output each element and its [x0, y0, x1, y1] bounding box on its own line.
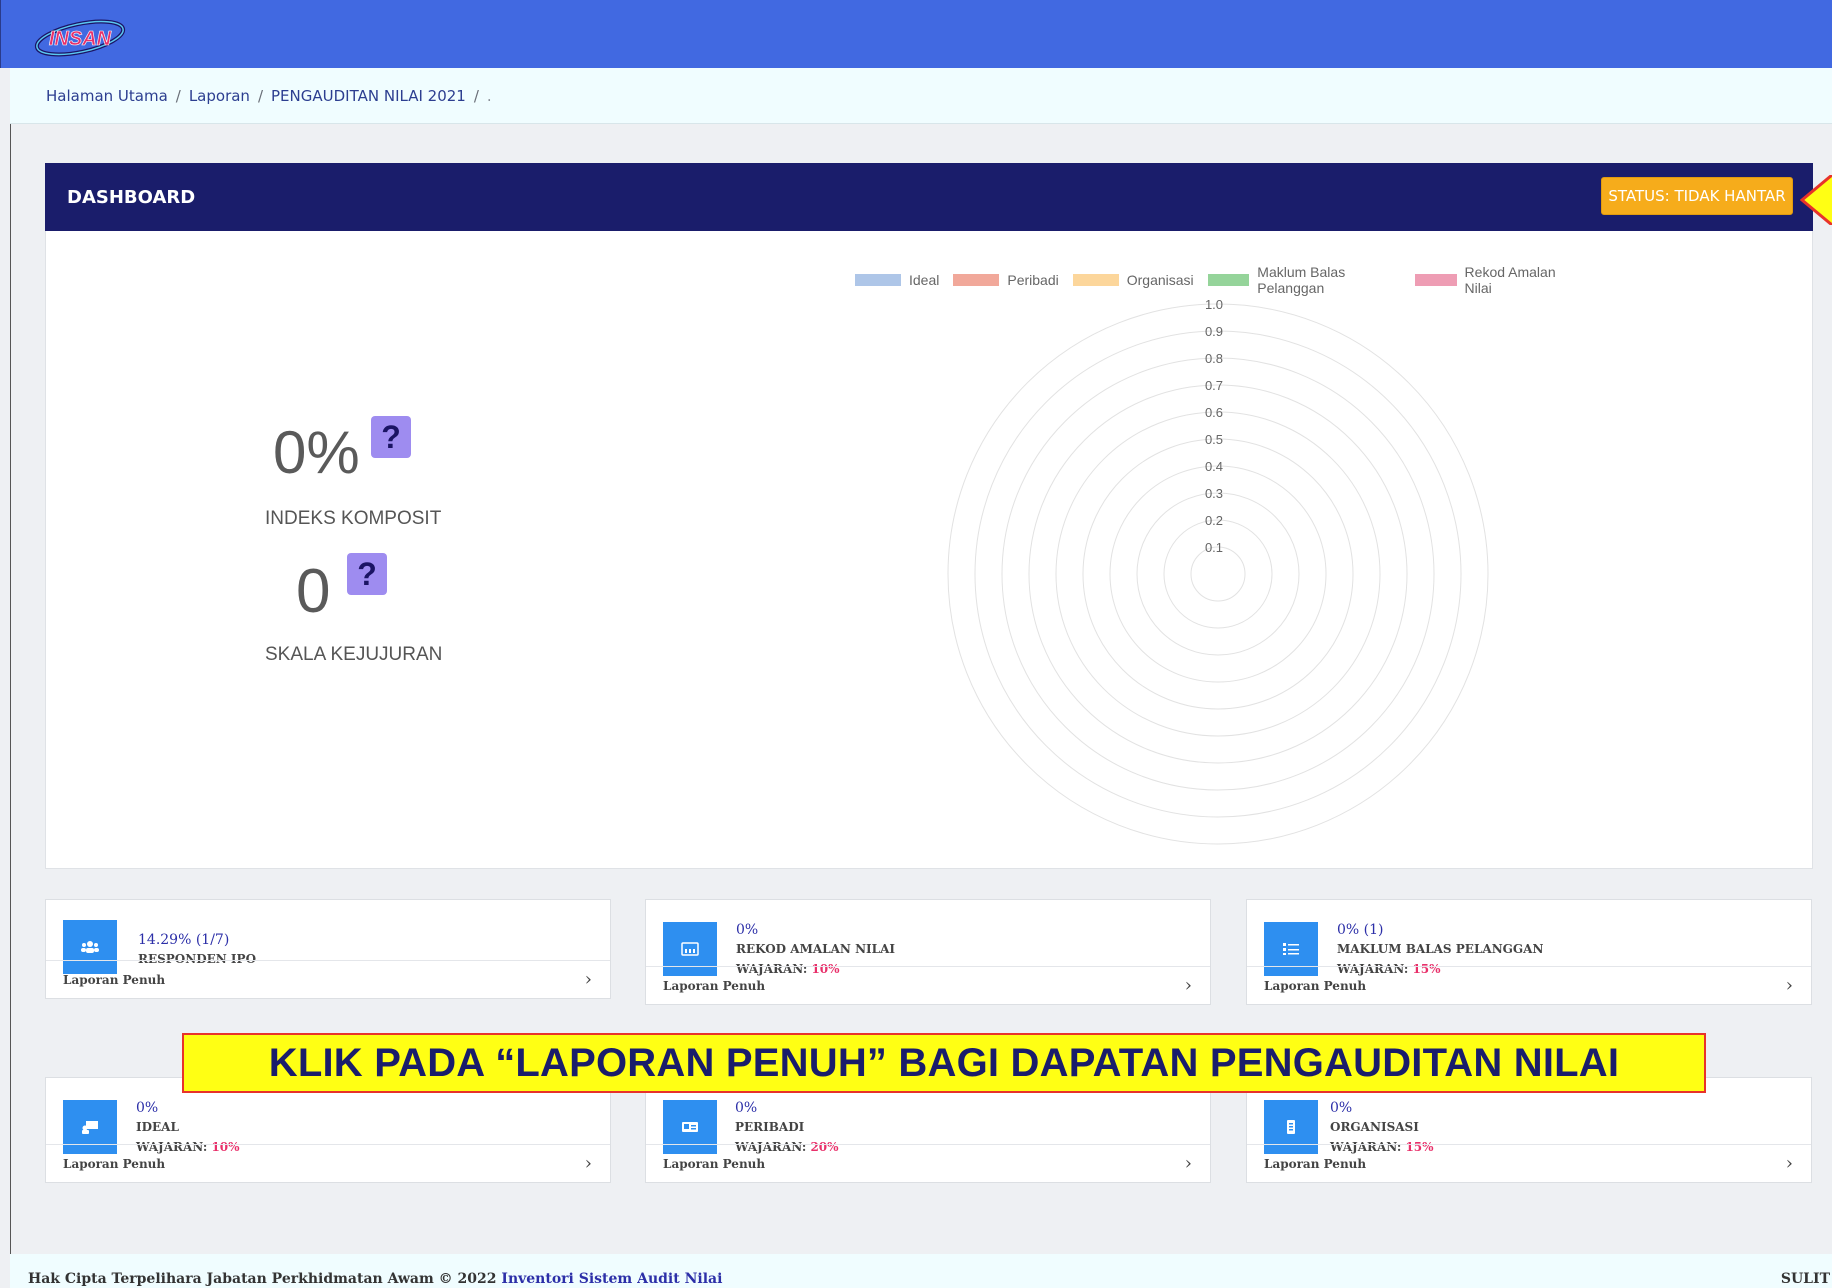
laporan-penuh-label: Laporan Penuh [63, 1157, 166, 1171]
breadcrumb-pengauditan[interactable]: PENGAUDITAN NILAI 2021 [271, 87, 466, 105]
laporan-penuh-link[interactable]: Laporan Penuh › [46, 960, 610, 998]
card-label: ORGANISASI [1330, 1120, 1419, 1134]
chevron-right-icon: › [584, 969, 592, 990]
footer-copyright: Hak Cipta Terpelihara Jabatan Perkhidmat… [28, 1271, 722, 1287]
card-value: 0% [1330, 1100, 1353, 1116]
breadcrumb-laporan[interactable]: Laporan [189, 87, 250, 105]
skala-kejujuran-label: SKALA KEJUJURAN [265, 644, 443, 665]
card-rekod-amalan-nilai: 0% REKOD AMALAN NILAI WAJARAN: 10% Lapor… [645, 899, 1211, 1005]
radar-tick-label: 0.2 [1205, 513, 1223, 528]
laporan-penuh-link[interactable]: Laporan Penuh › [646, 966, 1210, 1004]
radar-chart-svg: 0.1 0.2 0.3 0.4 0.5 0.6 0.7 0.8 0.9 1.0 [947, 297, 1489, 845]
breadcrumb-separator: / [473, 87, 479, 105]
callout-arrow-icon [1800, 175, 1832, 225]
help-question-icon[interactable]: ? [371, 416, 411, 458]
radar-tick-label: 0.7 [1205, 378, 1223, 393]
laporan-penuh-link[interactable]: Laporan Penuh › [46, 1144, 610, 1182]
radar-tick-label: 0.4 [1205, 459, 1223, 474]
indeks-komposit-value: 0% [273, 419, 360, 486]
card-value: 0% (1) [1337, 922, 1384, 938]
instruction-banner: KLIK PADA “LAPORAN PENUH” BAGI DAPATAN P… [182, 1033, 1706, 1093]
insan-logo[interactable]: INSAN [33, 14, 127, 58]
chevron-right-icon: › [1184, 1153, 1192, 1174]
dashboard-header: DASHBOARD STATUS: TIDAK HANTAR [45, 163, 1813, 231]
breadcrumb-separator: / [175, 87, 181, 105]
laporan-penuh-link[interactable]: Laporan Penuh › [1247, 966, 1811, 1004]
radar-grid-ring [1190, 546, 1246, 602]
radar-grid-ring [1163, 519, 1273, 629]
card-maklum-balas-pelanggan: 0% (1) MAKLUM BALAS PELANGGAN WAJARAN: 1… [1246, 899, 1812, 1005]
breadcrumb-bar: Halaman Utama / Laporan / PENGAUDITAN NILAI … [10, 68, 1832, 124]
laporan-penuh-link[interactable]: Laporan Penuh › [646, 1144, 1210, 1182]
indeks-komposit-label: INDEKS KOMPOSIT [265, 508, 442, 529]
card-responden-ipo: 14.29% (1/7) RESPONDEN IPO Laporan Penuh… [45, 899, 611, 999]
card-value: 0% [136, 1100, 159, 1116]
laporan-penuh-link[interactable]: Laporan Penuh › [1247, 1144, 1811, 1182]
radar-tick-label: 0.1 [1205, 540, 1223, 555]
laporan-penuh-label: Laporan Penuh [663, 1157, 766, 1171]
status-button[interactable]: STATUS: TIDAK HANTAR [1601, 177, 1793, 215]
card-label: PERIBADI [735, 1120, 805, 1134]
top-navbar: INSAN [0, 0, 1832, 68]
laporan-penuh-label: Laporan Penuh [63, 973, 166, 987]
breadcrumb: Halaman Utama / Laporan / PENGAUDITAN NILAI … [46, 87, 492, 105]
radar-tick-label: 1.0 [1205, 297, 1223, 312]
page-left-border [10, 124, 11, 1254]
page-footer: Hak Cipta Terpelihara Jabatan Perkhidmat… [10, 1254, 1832, 1288]
laporan-penuh-label: Laporan Penuh [663, 979, 766, 993]
breadcrumb-home[interactable]: Halaman Utama [46, 87, 168, 105]
radar-tick-label: 0.3 [1205, 486, 1223, 501]
card-value: 0% [735, 1100, 758, 1116]
card-label: MAKLUM BALAS PELANGGAN [1337, 942, 1544, 956]
footer-link[interactable]: Inventori Sistem Audit Nilai [501, 1271, 722, 1287]
breadcrumb-current: . [486, 87, 492, 105]
chevron-right-icon: › [1785, 975, 1793, 996]
radar-tick-label: 0.8 [1205, 351, 1223, 366]
card-value: 0% [736, 922, 759, 938]
radar-tick-label: 0.5 [1205, 432, 1223, 447]
chevron-right-icon: › [1785, 1153, 1793, 1174]
chevron-right-icon: › [1184, 975, 1192, 996]
breadcrumb-separator: / [257, 87, 264, 105]
footer-text: Hak Cipta Terpelihara Jabatan Perkhidmat… [28, 1271, 497, 1287]
card-label: REKOD AMALAN NILAI [736, 942, 896, 956]
footer-classification: SULIT [1780, 1271, 1830, 1287]
dashboard-title: DASHBOARD [67, 187, 196, 208]
radar-grid-ring [1082, 438, 1354, 710]
skala-kejujuran-value: 0 [296, 557, 331, 626]
chevron-right-icon: › [584, 1153, 592, 1174]
card-value: 14.29% (1/7) [138, 932, 230, 948]
radar-tick-label: 0.6 [1205, 405, 1223, 420]
radar-tick-label: 0.9 [1205, 324, 1223, 339]
logo-text: INSAN [49, 28, 112, 50]
laporan-penuh-label: Laporan Penuh [1264, 1157, 1367, 1171]
help-question-icon[interactable]: ? [347, 553, 387, 595]
radar-grid-ring [1001, 357, 1435, 791]
radar-chart: Ideal Peribadi Organisasi Maklum Balas Pela… [855, 256, 1735, 856]
laporan-penuh-label: Laporan Penuh [1264, 979, 1367, 993]
card-label: IDEAL [136, 1120, 179, 1134]
radar-grid-ring [974, 330, 1462, 818]
